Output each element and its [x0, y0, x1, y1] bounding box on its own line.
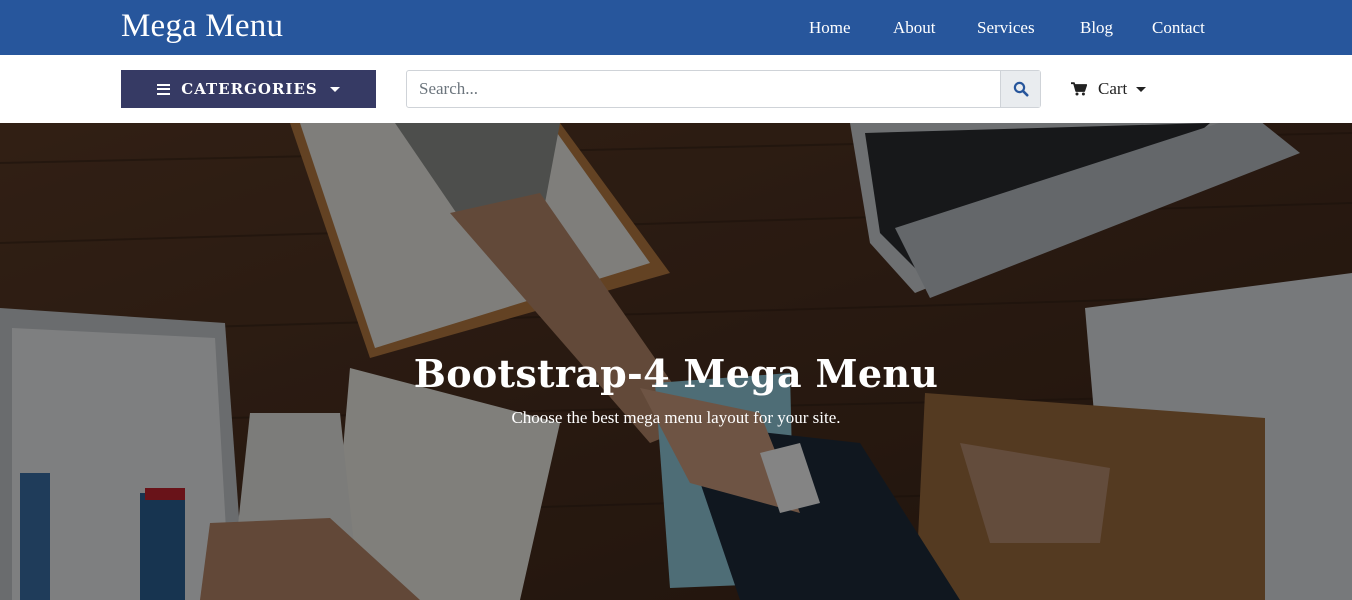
categories-dropdown-button[interactable]: CATERGORIES [121, 70, 376, 108]
hero-subtitle: Choose the best mega menu layout for you… [511, 408, 841, 427]
caret-down-icon [329, 86, 340, 92]
cart-dropdown[interactable]: Cart [1071, 78, 1147, 100]
caret-down-icon [1136, 86, 1147, 92]
hero-banner: Bootstrap-4 Mega Menu Choose the best me… [0, 123, 1352, 600]
search-group [406, 70, 1041, 108]
bars-icon [157, 83, 171, 95]
nav-home[interactable]: Home [809, 18, 851, 38]
brand-logo[interactable]: Mega Menu [121, 8, 283, 45]
nav-about[interactable]: About [893, 18, 936, 38]
hero-title: Bootstrap-4 Mega Menu [413, 351, 939, 396]
search-button[interactable] [1000, 71, 1040, 107]
search-icon [1013, 81, 1028, 97]
nav-blog[interactable]: Blog [1080, 18, 1113, 38]
nav-contact[interactable]: Contact [1152, 18, 1205, 38]
top-navbar: Mega Menu Home About Services Blog Conta… [0, 0, 1352, 55]
categories-label: CATERGORIES [181, 80, 318, 98]
cart-icon [1071, 82, 1087, 96]
cart-label: Cart [1098, 79, 1128, 98]
search-input[interactable] [407, 71, 1001, 107]
nav-services[interactable]: Services [977, 18, 1035, 38]
toolbar: CATERGORIES Cart [0, 55, 1352, 123]
